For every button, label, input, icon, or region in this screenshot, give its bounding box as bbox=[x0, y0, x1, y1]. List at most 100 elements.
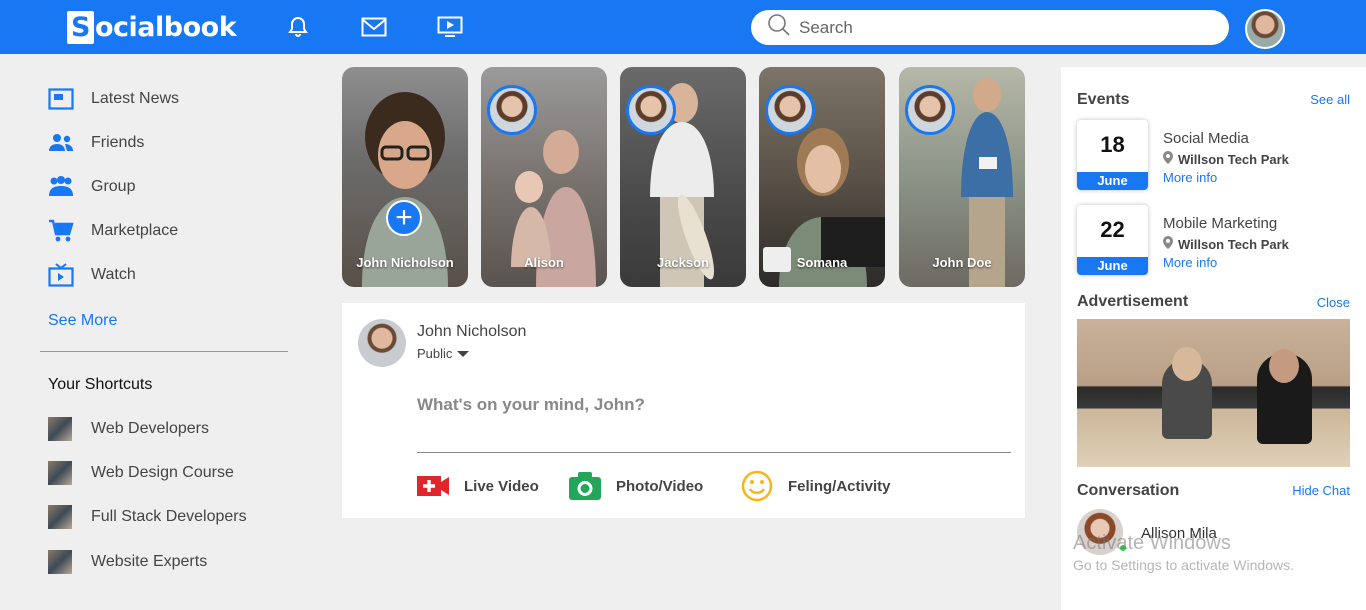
activation-watermark: Activate Windows Go to Settings to activ… bbox=[1073, 532, 1294, 573]
shortcut-web-design-course[interactable]: Web Design Course bbox=[48, 460, 234, 486]
location-pin-icon bbox=[1163, 236, 1173, 252]
story-avatar bbox=[765, 85, 815, 135]
event-item[interactable]: 22 June Mobile Marketing Willson Tech Pa… bbox=[1077, 205, 1351, 277]
sidebar-item-marketplace[interactable]: Marketplace bbox=[48, 218, 178, 244]
friends-icon bbox=[48, 130, 74, 156]
shortcut-label: Full Stack Developers bbox=[91, 508, 247, 525]
story-name: Alison bbox=[524, 255, 564, 270]
caret-down-icon bbox=[457, 350, 470, 357]
sidebar-item-latest-news[interactable]: Latest News bbox=[48, 86, 179, 112]
story-name: Somana bbox=[796, 255, 848, 270]
logo-letter: S bbox=[67, 10, 94, 44]
event-location: Willson Tech Park bbox=[1163, 151, 1289, 167]
mail-icon[interactable] bbox=[359, 12, 389, 42]
sidebar-item-label: Group bbox=[91, 178, 136, 195]
story-jackson[interactable]: Jackson bbox=[620, 67, 746, 287]
shortcuts-title: Your Shortcuts bbox=[48, 376, 153, 393]
left-sidebar: Latest News Friends Group Marketplace Wa… bbox=[0, 54, 336, 610]
events-title: Events bbox=[1077, 91, 1130, 108]
post-author-avatar bbox=[358, 319, 406, 367]
add-story-button[interactable]: + bbox=[386, 200, 422, 236]
see-more-link[interactable]: See More bbox=[48, 312, 117, 330]
shortcut-label: Web Developers bbox=[91, 420, 209, 437]
smiley-icon bbox=[740, 470, 774, 502]
logo-text: ocialbook bbox=[95, 11, 237, 43]
live-video-icon bbox=[416, 470, 450, 502]
live-video-button[interactable]: Live Video bbox=[416, 470, 539, 502]
more-info-link[interactable]: More info bbox=[1163, 255, 1217, 270]
shortcut-thumbnail bbox=[48, 461, 72, 485]
sidebar-item-group[interactable]: Group bbox=[48, 174, 135, 200]
tv-icon bbox=[48, 262, 74, 288]
close-ad-link[interactable]: Close bbox=[1317, 295, 1350, 310]
event-title: Mobile Marketing bbox=[1163, 215, 1278, 232]
action-label: Feling/Activity bbox=[788, 477, 891, 495]
story-john-doe[interactable]: John Doe bbox=[899, 67, 1025, 287]
event-day: 18 bbox=[1100, 132, 1125, 157]
shortcut-label: Web Design Course bbox=[91, 464, 234, 481]
event-location-text: Willson Tech Park bbox=[1178, 236, 1289, 252]
action-label: Live Video bbox=[464, 477, 539, 495]
feeling-activity-button[interactable]: Feling/Activity bbox=[740, 470, 891, 502]
profile-avatar[interactable] bbox=[1245, 9, 1285, 49]
camera-icon bbox=[568, 470, 602, 502]
search-icon bbox=[767, 13, 791, 42]
sidebar-item-label: Watch bbox=[91, 266, 136, 283]
watermark-title: Activate Windows bbox=[1073, 532, 1231, 554]
event-month: June bbox=[1077, 257, 1148, 275]
event-day: 22 bbox=[1100, 217, 1125, 242]
sidebar-item-watch[interactable]: Watch bbox=[48, 262, 136, 288]
shortcut-full-stack-developers[interactable]: Full Stack Developers bbox=[48, 504, 247, 530]
create-post-box: John Nicholson Public Live Video Photo/V… bbox=[342, 303, 1025, 518]
event-month: June bbox=[1077, 172, 1148, 190]
visibility-dropdown[interactable]: Public bbox=[417, 346, 470, 361]
hide-chat-link[interactable]: Hide Chat bbox=[1292, 483, 1350, 498]
story-avatar bbox=[905, 85, 955, 135]
photo-video-button[interactable]: Photo/Video bbox=[568, 470, 703, 502]
group-icon bbox=[48, 174, 74, 200]
bell-icon[interactable] bbox=[283, 12, 313, 42]
search-input[interactable] bbox=[799, 17, 1199, 38]
story-name: John Doe bbox=[932, 255, 992, 270]
shortcut-website-experts[interactable]: Website Experts bbox=[48, 549, 207, 575]
post-input[interactable] bbox=[417, 395, 1011, 453]
ad-person-head bbox=[1269, 349, 1299, 383]
event-location: Willson Tech Park bbox=[1163, 236, 1289, 252]
see-all-link[interactable]: See all bbox=[1310, 92, 1350, 107]
sidebar-item-friends[interactable]: Friends bbox=[48, 130, 144, 156]
story-create[interactable]: + John Nicholson bbox=[342, 67, 468, 287]
story-alison[interactable]: Alison bbox=[481, 67, 607, 287]
news-icon bbox=[48, 86, 74, 112]
search-bar bbox=[751, 10, 1229, 45]
story-avatar bbox=[626, 85, 676, 135]
post-author-name: John Nicholson bbox=[417, 323, 527, 340]
logo[interactable]: S ocialbook bbox=[67, 10, 237, 44]
story-somana[interactable]: Somana bbox=[759, 67, 885, 287]
story-avatar bbox=[487, 85, 537, 135]
story-name: Jackson bbox=[656, 255, 710, 270]
location-pin-icon bbox=[1163, 151, 1173, 167]
event-item[interactable]: 18 June Social Media Willson Tech Park M… bbox=[1077, 120, 1351, 192]
cart-icon bbox=[48, 218, 74, 244]
advertisement-image[interactable] bbox=[1077, 319, 1350, 467]
watermark-subtitle: Go to Settings to activate Windows. bbox=[1073, 557, 1294, 573]
more-info-link[interactable]: More info bbox=[1163, 170, 1217, 185]
calendar-badge: 22 June bbox=[1077, 205, 1148, 275]
shortcut-thumbnail bbox=[48, 505, 72, 529]
story-photo bbox=[362, 92, 448, 287]
sidebar-item-label: Latest News bbox=[91, 90, 180, 107]
shortcut-label: Website Experts bbox=[91, 553, 208, 570]
event-location-text: Willson Tech Park bbox=[1178, 151, 1289, 167]
ad-person-head bbox=[1172, 347, 1202, 381]
video-icon[interactable] bbox=[435, 12, 465, 42]
sidebar-item-label: Friends bbox=[91, 134, 145, 151]
divider bbox=[40, 351, 288, 352]
visibility-label: Public bbox=[417, 346, 453, 361]
action-label: Photo/Video bbox=[616, 477, 704, 495]
story-name: John Nicholson bbox=[356, 255, 454, 270]
shortcut-web-developers[interactable]: Web Developers bbox=[48, 416, 209, 442]
shortcut-thumbnail bbox=[48, 550, 72, 574]
shortcut-thumbnail bbox=[48, 417, 72, 441]
top-bar: S ocialbook bbox=[0, 0, 1366, 54]
sidebar-item-label: Marketplace bbox=[91, 222, 179, 239]
